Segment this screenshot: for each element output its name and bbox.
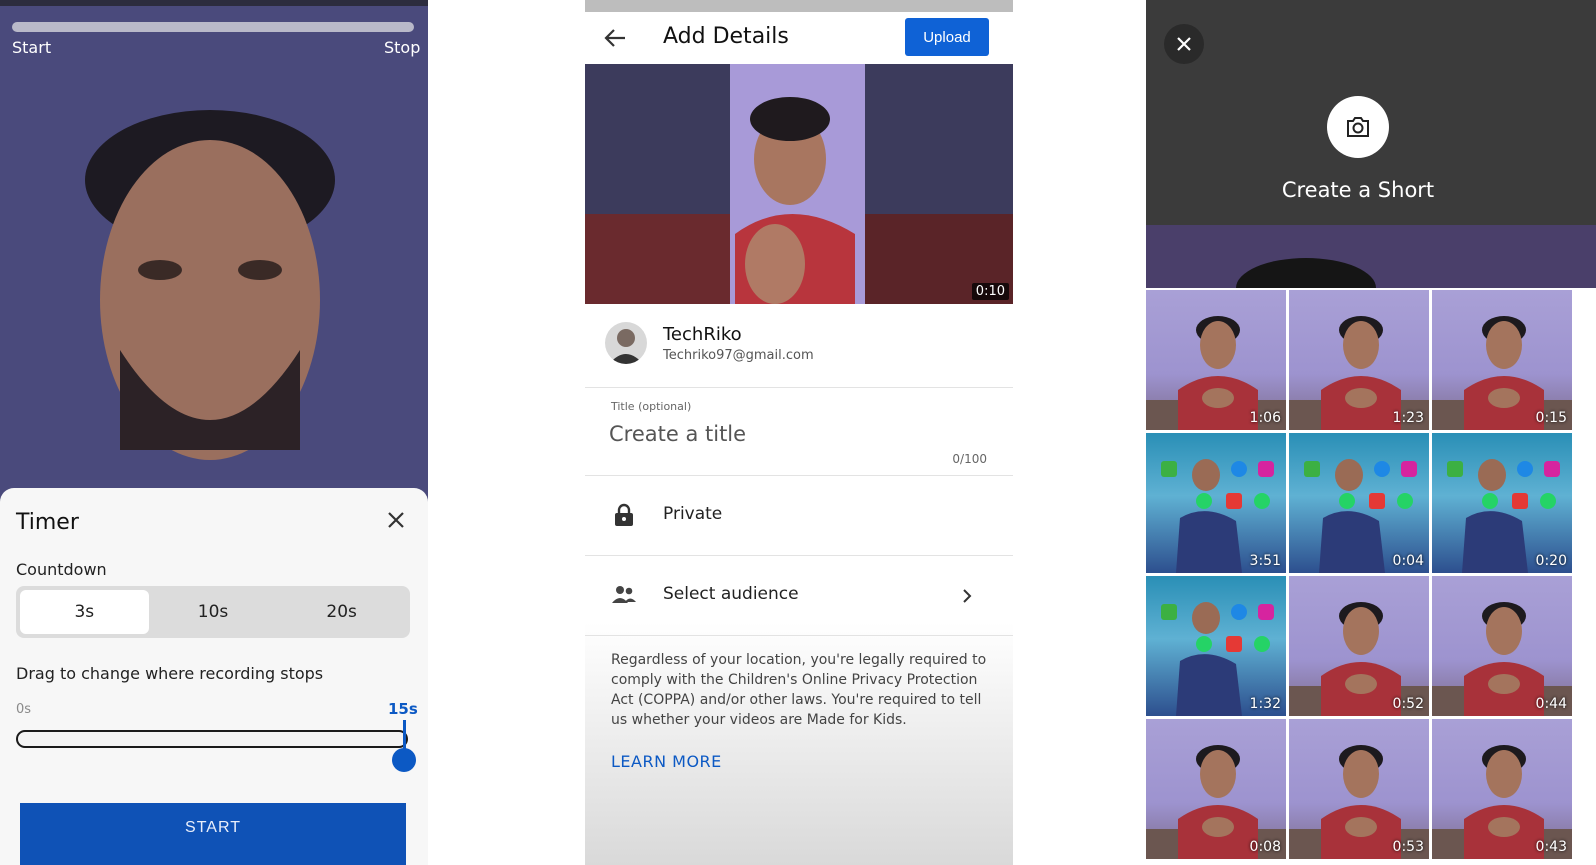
timer-sheet: Timer Countdown 3s 10s 20s Drag to chang… (0, 488, 428, 865)
countdown-selector: 3s 10s 20s (16, 586, 410, 638)
lock-icon (615, 503, 633, 526)
people-icon (612, 586, 636, 603)
account-row: TechRiko Techriko97@gmail.com (585, 310, 1013, 388)
stop-slider-track[interactable] (16, 730, 408, 748)
camera-preview-person (85, 110, 335, 460)
thumbnail-image (1289, 316, 1429, 430)
stop-slider-handle[interactable] (392, 748, 416, 772)
close-icon[interactable] (384, 508, 408, 532)
gallery-video-thumbnail[interactable]: 0:53 (1289, 719, 1429, 859)
gallery-video-thumbnail[interactable]: 0:44 (1432, 576, 1572, 716)
learn-more-link[interactable]: LEARN MORE (611, 752, 722, 771)
thumbnail-image (1289, 602, 1429, 716)
thumbnail-image (1432, 602, 1572, 716)
start-label: Start (12, 38, 52, 57)
title-char-counter: 0/100 (952, 452, 987, 466)
stop-label: Stop (384, 38, 421, 57)
gallery-video-thumbnail[interactable]: 0:43 (1432, 719, 1572, 859)
gallery-video-thumbnail[interactable]: 3:51 (1146, 433, 1286, 573)
audience-row[interactable]: Select audience (585, 556, 1013, 636)
thumbnail-duration: 0:53 (1392, 839, 1424, 855)
gallery-video-thumbnail[interactable]: 0:20 (1432, 433, 1572, 573)
account-email: Techriko97@gmail.com (663, 348, 814, 363)
range-max-label: 15s (388, 700, 418, 718)
thumbnail-duration: 0:20 (1535, 553, 1567, 569)
thumbnail-image (1146, 316, 1286, 430)
chevron-right-icon (963, 589, 972, 603)
video-preview-image (585, 64, 1013, 304)
thumbnail-duration: 1:23 (1392, 410, 1424, 426)
add-details-screen: Add Details Upload 0:10 TechRiko Techrik… (585, 0, 1013, 865)
thumbnail-image (1447, 459, 1560, 573)
recorder-screen: Start Stop Timer Countdown 3s 10s 20s Dr… (0, 0, 428, 865)
audience-label: Select audience (663, 584, 799, 604)
camera-area: Create a Short (1146, 0, 1596, 288)
thumbnail-duration: 0:52 (1392, 696, 1424, 712)
status-bar (0, 0, 428, 6)
gallery-video-thumbnail[interactable]: 1:23 (1289, 290, 1429, 430)
thumbnail-image (1161, 459, 1274, 573)
page-title: Add Details (663, 24, 789, 49)
thumbnail-duration: 0:44 (1535, 696, 1567, 712)
range-min-label: 0s (16, 702, 32, 717)
visibility-label: Private (663, 504, 723, 524)
create-short-screen: Create a Short 1:06 1:23 0:15 3:51 0:04 0:20 1… (1146, 0, 1596, 865)
close-icon (1177, 37, 1191, 51)
countdown-option-3s[interactable]: 3s (20, 590, 149, 634)
thumbnail-image (1304, 459, 1417, 573)
gallery-video-thumbnail[interactable]: 0:15 (1432, 290, 1572, 430)
timer-title: Timer (16, 510, 79, 535)
visibility-row[interactable]: Private (585, 476, 1013, 556)
start-button[interactable]: START (20, 803, 406, 865)
countdown-option-20s[interactable]: 20s (277, 590, 406, 634)
back-arrow-icon[interactable] (601, 24, 629, 52)
thumbnail-image (1161, 602, 1274, 716)
account-name: TechRiko (663, 324, 742, 345)
countdown-option-10s[interactable]: 10s (149, 590, 278, 634)
thumbnail-duration: 0:08 (1249, 839, 1281, 855)
upload-button[interactable]: Upload (905, 18, 989, 56)
thumbnail-duration: 3:51 (1249, 553, 1281, 569)
thumbnail-duration: 1:32 (1249, 696, 1281, 712)
thumbnail-duration: 1:06 (1249, 410, 1281, 426)
thumbnail-duration: 0:04 (1392, 553, 1424, 569)
recording-progress-bar (12, 22, 414, 32)
thumbnail-image (1432, 316, 1572, 430)
status-bar (585, 0, 1013, 12)
gallery-video-thumbnail[interactable]: 1:32 (1146, 576, 1286, 716)
gallery-video-thumbnail[interactable]: 0:52 (1289, 576, 1429, 716)
thumbnail-duration: 0:15 (1535, 410, 1567, 426)
camera-icon (1347, 117, 1369, 137)
preview-duration: 0:10 (971, 283, 1009, 300)
thumbnail-image (1146, 745, 1286, 859)
countdown-label: Countdown (16, 560, 107, 579)
gallery-video-thumbnail[interactable]: 0:04 (1289, 433, 1429, 573)
thumbnail-duration: 0:43 (1535, 839, 1567, 855)
thumbnail-image (1289, 745, 1429, 859)
title-caption: Title (optional) (611, 400, 692, 413)
thumbnail-image (1432, 745, 1572, 859)
create-short-label: Create a Short (1281, 178, 1435, 202)
gallery-video-thumbnail[interactable]: 1:06 (1146, 290, 1286, 430)
title-field-container: Title (optional) 0/100 (585, 388, 1013, 476)
avatar (605, 322, 647, 364)
create-short-camera-button[interactable] (1327, 96, 1389, 158)
title-input[interactable] (609, 418, 989, 450)
drag-instruction: Drag to change where recording stops (16, 664, 324, 683)
close-button[interactable] (1164, 24, 1204, 64)
video-gallery: 1:06 1:23 0:15 3:51 0:04 0:20 1:32 0:52 0:44 0:08… (1146, 290, 1596, 865)
coppa-notice: Regardless of your location, you're lega… (611, 652, 987, 728)
video-preview[interactable]: 0:10 (585, 64, 1013, 304)
gallery-video-thumbnail[interactable]: 0:08 (1146, 719, 1286, 859)
